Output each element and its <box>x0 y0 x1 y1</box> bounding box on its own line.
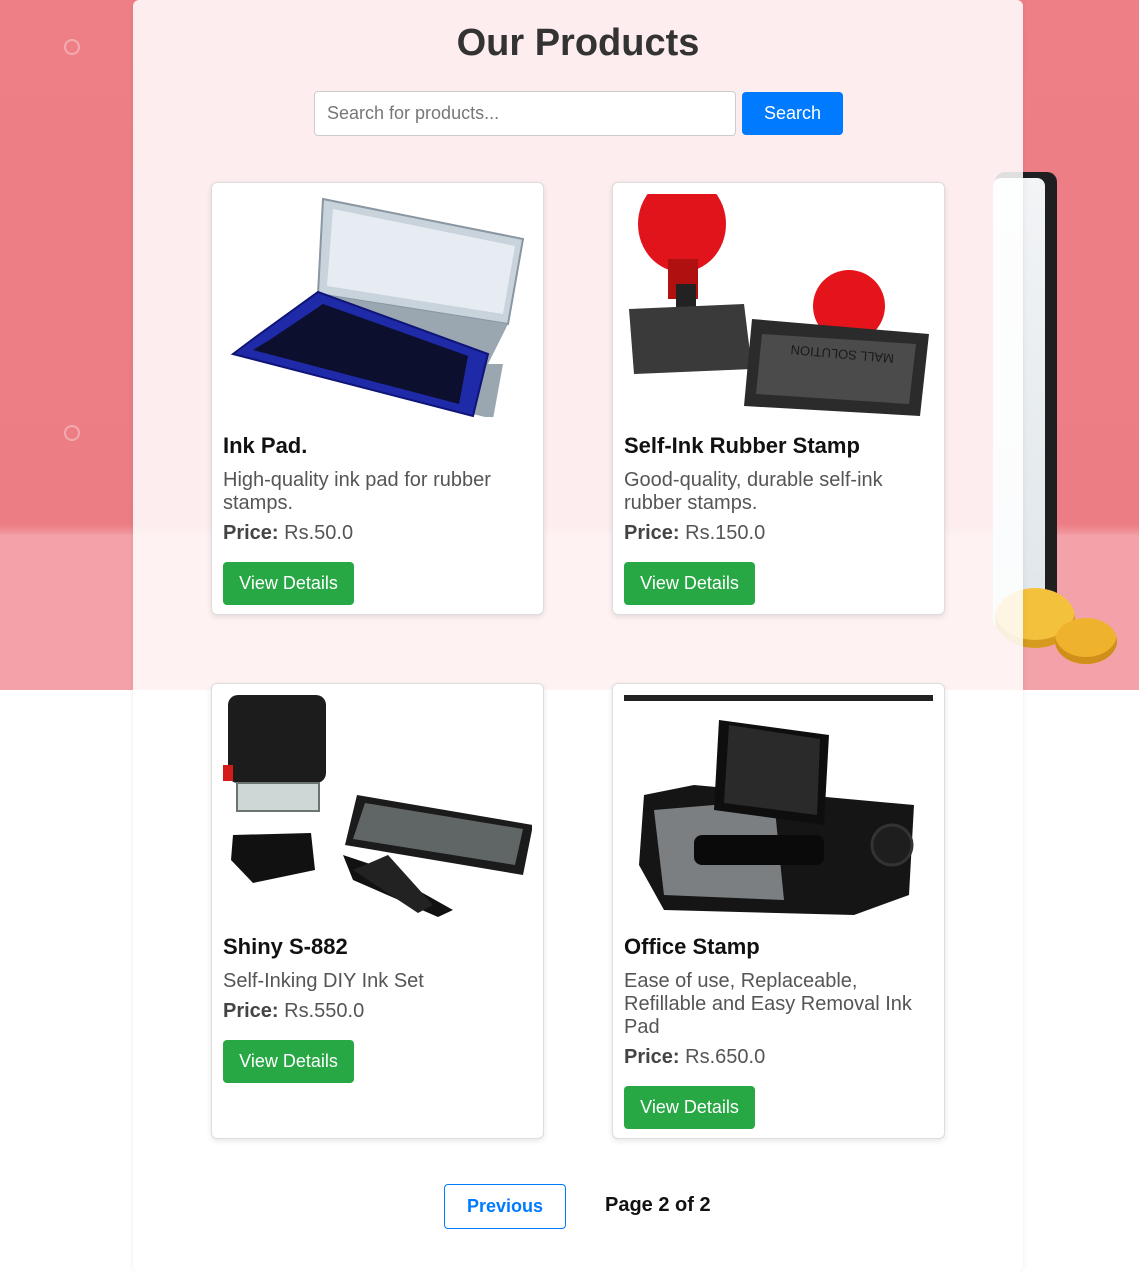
product-name: Office Stamp <box>624 934 760 959</box>
background-coin-icon <box>1055 618 1117 664</box>
office-stamp-image <box>624 695 933 918</box>
price-value: Rs.650.0 <box>685 1046 766 1068</box>
view-details-button[interactable]: View Details <box>223 562 354 605</box>
product-card: MALL SOLUTION Self-Ink Rubber Stamp Good… <box>612 182 945 615</box>
view-details-button[interactable]: View Details <box>624 562 755 605</box>
product-description: Self-Inking DIY Ink Set <box>223 970 424 992</box>
product-price: Price: Rs.50.0 <box>223 522 353 545</box>
product-card: Ink Pad. High-quality ink pad for rubber… <box>211 182 544 615</box>
product-name: Ink Pad. <box>223 433 308 458</box>
product-name: Self-Ink Rubber Stamp <box>624 433 860 458</box>
price-label: Price: <box>624 522 680 544</box>
page-indicator: Page 2 of 2 <box>605 1194 711 1216</box>
product-price: Price: Rs.150.0 <box>624 522 765 545</box>
product-price: Price: Rs.650.0 <box>624 1046 765 1069</box>
product-price: Price: Rs.550.0 <box>223 1000 364 1023</box>
search-button[interactable]: Search <box>742 92 843 135</box>
search-input[interactable] <box>314 91 736 136</box>
background-watermark-icon <box>64 425 80 441</box>
view-details-button[interactable]: View Details <box>624 1086 755 1129</box>
ink-pad-image <box>223 194 532 417</box>
price-value: Rs.50.0 <box>284 522 354 544</box>
price-label: Price: <box>223 522 279 544</box>
previous-page-button[interactable]: Previous <box>444 1184 566 1229</box>
product-description: Good-quality, durable self-ink rubber st… <box>624 469 883 514</box>
rubber-stamp-image: MALL SOLUTION <box>624 194 933 417</box>
background-watermark-icon <box>64 39 80 55</box>
product-description: Ease of use, Replaceable, Refillable and… <box>624 970 912 1038</box>
product-card: Office Stamp Ease of use, Replaceable, R… <box>612 683 945 1139</box>
price-value: Rs.150.0 <box>685 522 766 544</box>
product-description: High-quality ink pad for rubber stamps. <box>223 469 491 514</box>
product-name: Shiny S-882 <box>223 934 348 959</box>
price-label: Price: <box>223 1000 279 1022</box>
view-details-button[interactable]: View Details <box>223 1040 354 1083</box>
diy-ink-set-image <box>223 695 532 918</box>
price-label: Price: <box>624 1046 680 1068</box>
product-card: Shiny S-882 Self-Inking DIY Ink Set Pric… <box>211 683 544 1139</box>
price-value: Rs.550.0 <box>284 1000 365 1022</box>
page-title: Our Products <box>456 22 700 64</box>
products-panel: Our Products Search Ink Pad. High-qualit… <box>133 0 1023 1272</box>
